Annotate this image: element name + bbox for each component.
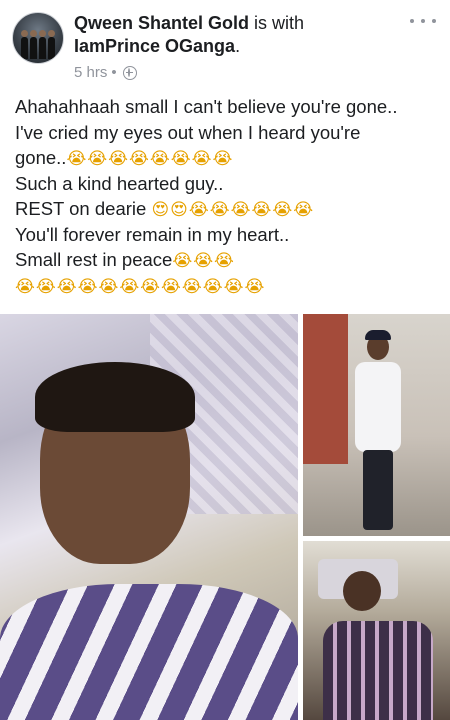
avatar-figure bbox=[30, 30, 37, 59]
line-text: Such a kind hearted guy.. bbox=[15, 172, 224, 194]
with-text: is with bbox=[249, 13, 305, 33]
more-options-icon[interactable] bbox=[410, 16, 436, 26]
post-line: You'll forever remain in my heart.. bbox=[15, 223, 440, 249]
avatar-figure bbox=[48, 30, 55, 59]
line-text: Small rest in peace bbox=[15, 249, 173, 270]
meta-separator: • bbox=[111, 64, 117, 81]
post-line: Small rest in peace😭😭😭 bbox=[15, 248, 440, 274]
line-text: REST on dearie bbox=[15, 198, 152, 219]
post-time[interactable]: 5 hrs bbox=[74, 64, 107, 81]
line-text: I've cried my eyes out when I heard you'… bbox=[15, 121, 361, 143]
post-line: REST on dearie 😍😍😭😭😭😭😭😭 bbox=[15, 197, 440, 223]
body bbox=[323, 621, 433, 720]
post-header: Qween Shantel Gold is with IamPrince OGa… bbox=[74, 12, 394, 81]
hair bbox=[35, 362, 195, 432]
author-line: Qween Shantel Gold is with IamPrince OGa… bbox=[74, 12, 394, 58]
photo-lying[interactable] bbox=[303, 541, 450, 720]
torso bbox=[355, 362, 401, 452]
post-line: Such a kind hearted guy.. bbox=[15, 172, 440, 198]
post-line: I've cried my eyes out when I heard you'… bbox=[15, 121, 440, 147]
author-avatar[interactable] bbox=[12, 12, 64, 64]
post-text: Ahahahhaah small I can't believe you're … bbox=[15, 95, 440, 299]
line-emoji: 😭😭😭😭😭😭😭😭😭😭😭😭 bbox=[15, 276, 266, 297]
post-line: gone..😭😭😭😭😭😭😭😭 bbox=[15, 146, 440, 172]
dot bbox=[421, 19, 425, 23]
head bbox=[343, 571, 381, 611]
line-text: Ahahahhaah small I can't believe you're … bbox=[15, 96, 398, 117]
avatar-figure bbox=[21, 30, 28, 59]
post-line: 😭😭😭😭😭😭😭😭😭😭😭😭 bbox=[15, 274, 440, 300]
person bbox=[353, 330, 403, 534]
tagged-suffix: . bbox=[235, 36, 241, 56]
line-text: gone.. bbox=[15, 147, 67, 168]
photo-standing[interactable] bbox=[303, 314, 450, 536]
avatar-figure bbox=[39, 30, 46, 59]
post-line: Ahahahhaah small I can't believe you're … bbox=[15, 95, 440, 121]
line-text: You'll forever remain in my heart.. bbox=[15, 223, 290, 245]
line-emoji: 😭😭😭 bbox=[172, 251, 235, 271]
post-meta: 5 hrs • bbox=[74, 64, 394, 81]
cap bbox=[365, 330, 391, 340]
dot bbox=[432, 19, 436, 23]
shirt bbox=[0, 584, 298, 720]
line-emoji: 😭😭😭😭😭😭😭😭 bbox=[66, 149, 234, 169]
tagged-name[interactable]: IamPrince OGanga bbox=[74, 36, 235, 56]
author-name[interactable]: Qween Shantel Gold bbox=[74, 13, 249, 33]
photo-selfie[interactable] bbox=[0, 314, 298, 720]
line-emoji: 😍😍😭😭😭😭😭😭 bbox=[151, 200, 315, 220]
wall bbox=[303, 314, 348, 464]
legs bbox=[363, 450, 393, 530]
globe-icon bbox=[122, 65, 137, 80]
dot bbox=[410, 19, 414, 23]
